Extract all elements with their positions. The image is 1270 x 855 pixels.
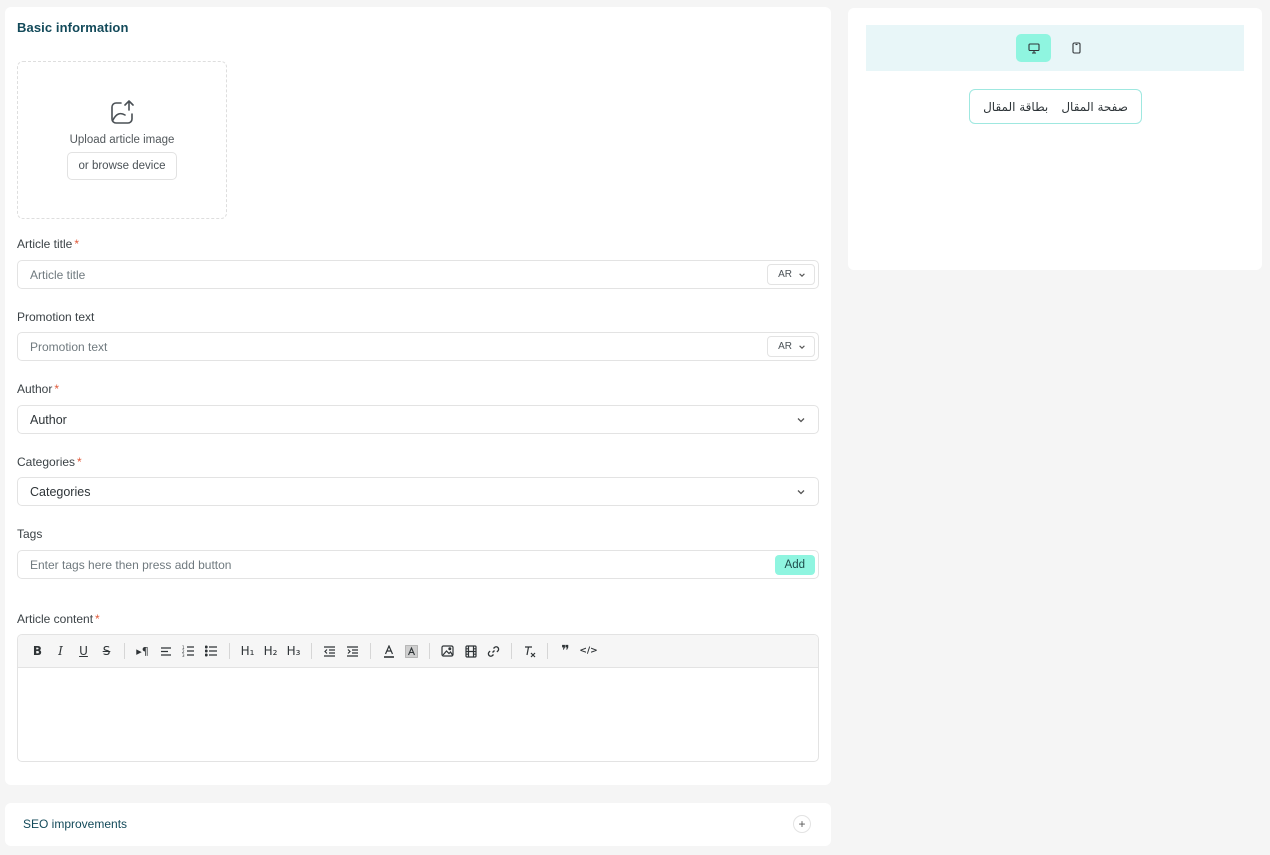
desktop-icon bbox=[1027, 42, 1040, 54]
promotion-text-field: AR bbox=[17, 332, 819, 361]
author-select-value: Author bbox=[30, 412, 67, 427]
italic-button[interactable]: I bbox=[49, 640, 72, 662]
insert-link-button[interactable] bbox=[482, 640, 505, 662]
heading-2-button[interactable]: H₂ bbox=[259, 640, 282, 662]
strikethrough-button[interactable]: S bbox=[95, 640, 118, 662]
insert-image-button[interactable] bbox=[436, 640, 459, 662]
align-left-icon bbox=[160, 646, 171, 656]
add-tag-button[interactable]: Add bbox=[774, 554, 815, 575]
categories-label-text: Categories bbox=[17, 455, 76, 469]
article-title-label-text: Article title bbox=[17, 237, 73, 251]
categories-label: Categories * bbox=[17, 455, 82, 469]
tags-label: Tags bbox=[17, 527, 43, 541]
basic-information-card: Basic information Upload article image o… bbox=[5, 7, 831, 785]
editor-toolbar: B I U S ▸¶ 123 H₁ H₂ H₃ ❞ </> bbox=[18, 635, 818, 668]
article-content-label: Article content * bbox=[17, 612, 100, 626]
author-select[interactable]: Author bbox=[17, 405, 819, 434]
toolbar-divider bbox=[229, 643, 230, 659]
chevron-down-icon bbox=[799, 344, 805, 349]
promotion-text-input[interactable] bbox=[18, 333, 768, 360]
toolbar-divider bbox=[429, 643, 430, 659]
indent-button[interactable] bbox=[341, 640, 364, 662]
tab-article-page[interactable]: صفحة المقال bbox=[1061, 100, 1128, 114]
background-color-icon bbox=[405, 644, 418, 658]
promotion-text-label: Promotion text bbox=[17, 310, 95, 324]
image-upload-icon bbox=[111, 100, 134, 124]
language-value: AR bbox=[778, 269, 792, 280]
section-title: Basic information bbox=[17, 20, 129, 35]
ordered-list-icon: 123 bbox=[182, 645, 194, 657]
author-label: Author * bbox=[17, 382, 59, 396]
article-title-field: AR bbox=[17, 260, 819, 289]
align-left-button[interactable] bbox=[154, 640, 177, 662]
text-color-button[interactable] bbox=[377, 640, 400, 662]
required-mark: * bbox=[77, 455, 82, 469]
text-direction-button[interactable]: ▸¶ bbox=[131, 640, 154, 662]
toolbar-divider bbox=[511, 643, 512, 659]
desktop-preview-button[interactable] bbox=[1016, 34, 1051, 62]
preview-type-tabs: صفحة المقال بطاقة المقال bbox=[969, 89, 1142, 124]
language-value: AR bbox=[778, 341, 792, 352]
article-title-language-select[interactable]: AR bbox=[767, 264, 815, 285]
toolbar-divider bbox=[124, 643, 125, 659]
bold-button[interactable]: B bbox=[26, 640, 49, 662]
author-label-text: Author bbox=[17, 382, 53, 396]
seo-improvements-card[interactable]: SEO improvements + bbox=[5, 803, 831, 846]
chevron-down-icon bbox=[797, 489, 805, 494]
link-icon bbox=[487, 645, 500, 657]
chevron-down-icon bbox=[799, 272, 805, 277]
tags-field: Add bbox=[17, 550, 819, 579]
text-color-icon bbox=[383, 644, 394, 658]
required-mark: * bbox=[74, 237, 80, 251]
code-block-button[interactable]: </> bbox=[577, 640, 600, 662]
rich-text-editor: B I U S ▸¶ 123 H₁ H₂ H₃ ❞ </> bbox=[17, 634, 819, 762]
indent-icon bbox=[347, 645, 358, 657]
clear-formatting-button[interactable] bbox=[518, 640, 541, 662]
required-mark: * bbox=[95, 612, 100, 626]
image-upload-dropzone[interactable]: Upload article image or browse device bbox=[17, 61, 227, 219]
underline-button[interactable]: U bbox=[72, 640, 95, 662]
insert-video-button[interactable] bbox=[459, 640, 482, 662]
bullet-list-button[interactable] bbox=[200, 640, 223, 662]
toolbar-divider bbox=[547, 643, 548, 659]
clear-format-icon bbox=[525, 645, 536, 657]
tags-input[interactable] bbox=[18, 551, 775, 578]
video-icon bbox=[464, 644, 477, 658]
seo-section-title: SEO improvements bbox=[23, 817, 128, 831]
background-color-button[interactable] bbox=[400, 640, 423, 662]
ordered-list-button[interactable]: 123 bbox=[177, 640, 200, 662]
mobile-preview-button[interactable] bbox=[1059, 34, 1094, 62]
expand-plus-icon[interactable]: + bbox=[793, 815, 811, 833]
blockquote-button[interactable]: ❞ bbox=[554, 640, 577, 662]
chevron-down-icon bbox=[797, 417, 805, 422]
required-mark: * bbox=[54, 382, 60, 396]
image-icon bbox=[441, 645, 454, 657]
toolbar-divider bbox=[311, 643, 312, 659]
categories-select-value: Categories bbox=[30, 484, 91, 499]
browse-device-button[interactable]: or browse device bbox=[66, 152, 178, 180]
promotion-text-language-select[interactable]: AR bbox=[767, 336, 815, 357]
editor-content-area[interactable] bbox=[18, 668, 818, 761]
heading-3-button[interactable]: H₃ bbox=[282, 640, 305, 662]
categories-select[interactable]: Categories bbox=[17, 477, 819, 506]
article-content-label-text: Article content bbox=[17, 612, 94, 626]
outdent-icon bbox=[324, 645, 335, 657]
article-title-label: Article title * bbox=[17, 237, 79, 251]
toolbar-divider bbox=[370, 643, 371, 659]
preview-card: صفحة المقال بطاقة المقال bbox=[848, 8, 1262, 270]
article-title-input[interactable] bbox=[18, 261, 768, 288]
outdent-button[interactable] bbox=[318, 640, 341, 662]
heading-1-button[interactable]: H₁ bbox=[236, 640, 259, 662]
upload-hint-text: Upload article image bbox=[69, 134, 175, 146]
svg-text:3: 3 bbox=[182, 653, 185, 657]
tab-article-card[interactable]: بطاقة المقال bbox=[983, 100, 1048, 114]
device-toggle-bar bbox=[866, 25, 1244, 71]
mobile-icon bbox=[1072, 42, 1081, 54]
bullet-list-icon bbox=[205, 645, 217, 657]
